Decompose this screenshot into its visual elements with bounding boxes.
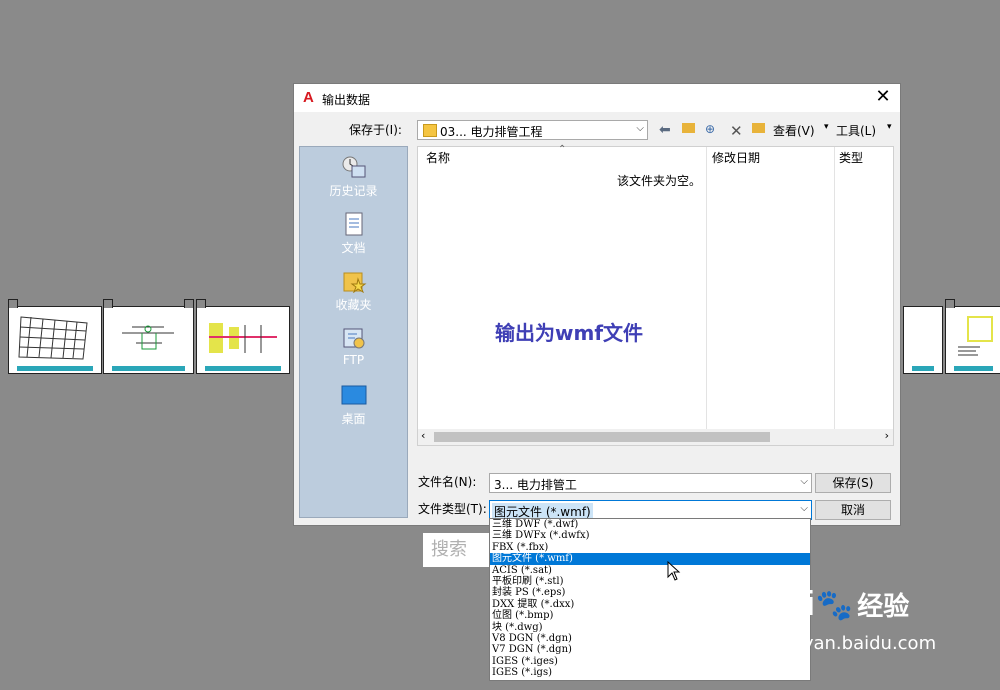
watermark-url: jingyan.baidu.com xyxy=(770,633,937,654)
cad-sheet-thumbnail xyxy=(8,299,102,374)
filetype-option[interactable]: V8 DGN (*.dgn) xyxy=(490,633,810,644)
filetype-option[interactable]: ACIS (*.sat) xyxy=(490,565,810,576)
sheet-tab xyxy=(196,299,206,308)
document-icon xyxy=(341,212,367,236)
filetype-option[interactable]: 图元文件 (*.wmf) xyxy=(490,553,810,565)
save-in-label: 保存于(I): xyxy=(349,123,402,137)
scroll-left-icon[interactable]: ‹ xyxy=(421,429,425,442)
cad-sheet-thumbnail xyxy=(903,306,943,374)
sheet-title-strip xyxy=(954,366,993,371)
sheet-drawing xyxy=(112,313,185,363)
search-input[interactable]: 搜索 xyxy=(423,533,489,567)
cad-sheet-thumbnail xyxy=(196,299,290,374)
autocad-logo-icon: A xyxy=(303,89,314,106)
filetype-option[interactable]: FBX (*.fbx) xyxy=(490,542,810,553)
desktop-icon xyxy=(341,383,367,407)
close-button[interactable]: ✕ xyxy=(874,88,892,106)
sheet-title-strip xyxy=(205,366,281,371)
places-label: 收藏夹 xyxy=(335,298,372,312)
filetype-option[interactable]: V7 DGN (*.dgn) xyxy=(490,644,810,655)
save-button[interactable]: 保存(S) xyxy=(815,473,891,493)
paw-icon: 🐾 xyxy=(815,588,854,623)
sheet-tab xyxy=(945,299,955,308)
places-label: 桌面 xyxy=(341,412,366,426)
sheet-drawing xyxy=(954,313,993,363)
watermark-logo: Bai xyxy=(760,585,816,623)
places-ftp[interactable]: FTP xyxy=(300,326,407,367)
folder-icon xyxy=(423,124,437,137)
back-icon[interactable]: ⬅ xyxy=(659,122,671,138)
column-header-type[interactable]: 类型 xyxy=(839,149,863,166)
ftp-icon xyxy=(341,326,367,350)
sheet-tab xyxy=(184,299,194,308)
sheet-tab xyxy=(103,299,113,308)
filetype-combo[interactable]: 图元文件 (*.wmf) ⌵ xyxy=(489,500,812,520)
title-bar: A 输出数据 ✕ xyxy=(294,84,900,112)
new-folder-icon[interactable] xyxy=(752,122,765,138)
column-header-name[interactable]: 名称 xyxy=(426,149,450,166)
filetype-option[interactable]: 三维 DWF (*.dwf) xyxy=(490,519,810,530)
file-list[interactable]: ⌃ 名称 修改日期 类型 该文件夹为空。 输出为wmf文件 ‹ › xyxy=(417,144,894,446)
cancel-button[interactable]: 取消 xyxy=(815,500,891,520)
save-in-combo[interactable]: 03... 电力排管工程 ⌵ xyxy=(417,120,648,140)
column-divider xyxy=(834,147,835,431)
empty-folder-message: 该文件夹为空。 xyxy=(617,174,702,188)
chevron-down-icon: ⌵ xyxy=(800,476,808,487)
baidu-jingyan-watermark: Bai🐾 经验 jingyan.baidu.com xyxy=(760,585,936,654)
places-history[interactable]: 历史记录 xyxy=(300,155,407,199)
filename-combo[interactable]: 3... 电力排管工 ⌵ xyxy=(489,473,812,493)
filetype-label: 文件类型(T): xyxy=(418,502,487,516)
places-documents[interactable]: 文档 xyxy=(300,212,407,256)
favorites-folder-icon xyxy=(341,269,367,294)
places-favorites[interactable]: 收藏夹 xyxy=(300,269,407,313)
filetype-option[interactable]: 三维 DWFx (*.dwfx) xyxy=(490,530,810,541)
annotation-text: 输出为wmf文件 xyxy=(495,321,644,345)
filename-label: 文件名(N): xyxy=(418,475,477,489)
history-icon xyxy=(341,155,367,179)
sheet-tab xyxy=(8,299,18,308)
places-desktop[interactable]: 桌面 xyxy=(300,383,407,427)
places-label: 文档 xyxy=(341,241,366,255)
scroll-thumb[interactable] xyxy=(434,432,770,442)
mouse-cursor-icon xyxy=(667,561,681,581)
chevron-down-icon: ⌵ xyxy=(800,503,808,514)
view-dropdown-icon[interactable]: ▾ xyxy=(824,122,829,138)
sort-ascending-icon: ⌃ xyxy=(558,144,567,155)
up-folder-icon[interactable] xyxy=(682,122,695,138)
watermark-brand: 经验 xyxy=(857,592,910,622)
search-web-icon[interactable]: ⊕ xyxy=(705,122,715,138)
places-bar: 历史记录 文档 收藏夹 FTP 桌面 xyxy=(299,146,408,518)
export-data-dialog: A 输出数据 ✕ 保存于(I): 03... 电力排管工程 ⌵ ⬅ ⊕ ✕ 查看… xyxy=(293,83,901,526)
filetype-option[interactable]: IGES (*.iges) xyxy=(490,656,810,667)
sheet-drawing xyxy=(205,313,281,363)
scroll-right-icon[interactable]: › xyxy=(885,429,889,442)
sheet-drawing xyxy=(912,313,934,363)
filename-value: 3... 电力排管工 xyxy=(494,478,577,492)
sheet-title-strip xyxy=(112,366,185,371)
sheet-title-strip xyxy=(912,366,934,371)
sheet-drawing xyxy=(17,313,93,363)
tools-dropdown-icon[interactable]: ▾ xyxy=(887,122,892,138)
column-header-modified[interactable]: 修改日期 xyxy=(712,149,760,166)
horizontal-scrollbar[interactable]: ‹ › xyxy=(418,429,893,445)
column-divider xyxy=(706,147,707,431)
delete-icon[interactable]: ✕ xyxy=(730,122,743,140)
save-in-value: 03... 电力排管工程 xyxy=(440,125,543,139)
tools-menu[interactable]: 工具(L) xyxy=(836,122,876,138)
places-label: FTP xyxy=(342,353,365,367)
places-label: 历史记录 xyxy=(329,184,378,198)
filetype-option[interactable]: IGES (*.igs) xyxy=(490,667,810,678)
sheet-title-strip xyxy=(17,366,93,371)
dialog-title: 输出数据 xyxy=(322,93,371,107)
chevron-down-icon: ⌵ xyxy=(636,123,644,134)
view-menu[interactable]: 查看(V) xyxy=(773,122,815,138)
cad-sheet-thumbnail xyxy=(103,299,194,374)
cad-sheet-thumbnail xyxy=(945,299,1000,374)
